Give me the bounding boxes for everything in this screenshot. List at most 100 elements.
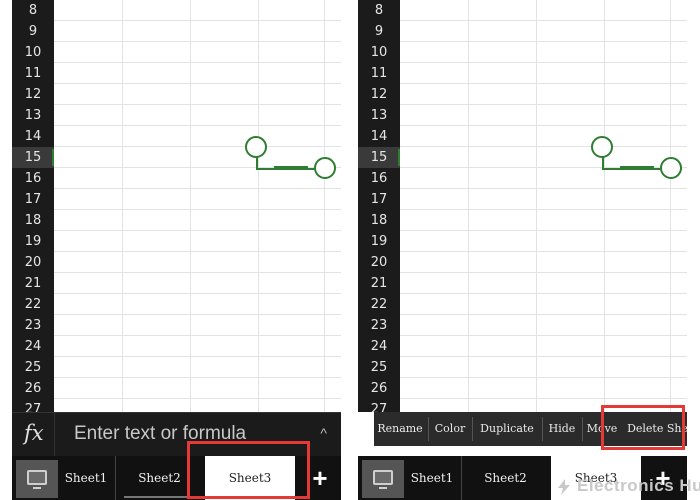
row-header[interactable]: 20 <box>358 252 400 273</box>
tab-sheet1[interactable]: Sheet1 <box>404 456 460 500</box>
row-header[interactable]: 9 <box>12 21 54 42</box>
grid-line <box>604 0 605 412</box>
row-header[interactable]: 12 <box>12 84 54 105</box>
row-header[interactable]: 27 <box>12 399 54 412</box>
grid-line <box>400 188 687 189</box>
row-header[interactable]: 14 <box>358 126 400 147</box>
lightning-logo-icon <box>558 479 570 495</box>
grid-line <box>400 209 687 210</box>
grid-line <box>536 0 537 412</box>
row-header[interactable]: 23 <box>358 315 400 336</box>
spreadsheet-grid: 8 9 10 11 12 13 14 15 16 17 18 19 20 21 22 23 24 25 26 27 <box>12 0 341 412</box>
row-header[interactable]: 24 <box>358 336 400 357</box>
highlight-box-sheet-tab <box>187 441 310 499</box>
row-header[interactable]: 14 <box>12 126 54 147</box>
chevron-up-icon[interactable]: ^ <box>320 425 327 441</box>
watermark-text: Electronics Hub <box>577 476 700 495</box>
row-header[interactable]: 10 <box>12 42 54 63</box>
cell-area[interactable] <box>400 0 687 412</box>
grid-line <box>54 20 341 21</box>
row-header[interactable]: 24 <box>12 336 54 357</box>
selection-handle-end[interactable] <box>660 157 682 179</box>
grid-line <box>54 335 341 336</box>
row-header[interactable]: 23 <box>12 315 54 336</box>
monitor-icon <box>373 470 393 485</box>
grid-line <box>54 62 341 63</box>
row-header[interactable]: 18 <box>358 210 400 231</box>
grid-line <box>54 83 341 84</box>
grid-line <box>400 20 687 21</box>
cell-area[interactable] <box>54 0 341 412</box>
selection-handle-end[interactable] <box>314 157 336 179</box>
row-header[interactable]: 9 <box>358 21 400 42</box>
fx-icon[interactable]: fx <box>24 421 44 445</box>
grid-line <box>400 230 687 231</box>
menu-item-rename[interactable]: Rename <box>374 412 426 446</box>
row-headers: 8 9 10 11 12 13 14 15 16 17 18 19 20 21 22 23 24 25 26 27 <box>12 0 54 412</box>
tab-sheet2[interactable]: Sheet2 <box>461 456 549 500</box>
row-header[interactable]: 17 <box>358 189 400 210</box>
row-header[interactable]: 25 <box>358 357 400 378</box>
grid-line <box>400 272 687 273</box>
selection-handle-start[interactable] <box>245 136 267 158</box>
menu-separator <box>428 417 429 441</box>
monitor-icon <box>27 470 47 485</box>
grid-line <box>324 0 325 412</box>
menu-item-hide[interactable]: Hide <box>544 412 580 446</box>
row-header[interactable]: 18 <box>12 210 54 231</box>
row-header[interactable]: 8 <box>12 0 54 21</box>
row-header[interactable]: 17 <box>12 189 54 210</box>
highlight-box-delete-sheet <box>601 405 685 450</box>
grid-line <box>400 125 687 126</box>
formula-divider <box>54 413 55 457</box>
grid-line <box>54 251 341 252</box>
tab-sheet1[interactable]: Sheet1 <box>58 456 114 500</box>
menu-item-duplicate[interactable]: Duplicate <box>474 412 540 446</box>
row-header[interactable]: 25 <box>12 357 54 378</box>
menu-item-color[interactable]: Color <box>430 412 470 446</box>
row-header[interactable]: 19 <box>12 231 54 252</box>
row-header[interactable]: 20 <box>12 252 54 273</box>
row-header[interactable]: 8 <box>358 0 400 21</box>
row-header[interactable]: 11 <box>12 63 54 84</box>
row-header[interactable]: 13 <box>358 105 400 126</box>
row-header[interactable]: 11 <box>358 63 400 84</box>
row-header[interactable]: 15 <box>12 147 54 168</box>
row-header[interactable]: 19 <box>358 231 400 252</box>
row-header[interactable]: 21 <box>12 273 54 294</box>
grid-line <box>400 377 687 378</box>
grid-line <box>54 41 341 42</box>
row-header[interactable]: 27 <box>358 399 400 412</box>
row-header[interactable]: 13 <box>12 105 54 126</box>
menu-separator <box>542 417 543 441</box>
grid-line <box>122 0 123 412</box>
cell-selection-dash <box>620 166 654 169</box>
grid-line <box>54 314 341 315</box>
row-header[interactable]: 12 <box>358 84 400 105</box>
row-header[interactable]: 16 <box>358 168 400 189</box>
row-header[interactable]: 22 <box>12 294 54 315</box>
row-header[interactable]: 26 <box>358 378 400 399</box>
row-header[interactable]: 16 <box>12 168 54 189</box>
grid-line <box>400 83 687 84</box>
grid-line <box>258 0 259 412</box>
selection-handle-start[interactable] <box>591 136 613 158</box>
grid-line <box>54 230 341 231</box>
spreadsheet-grid: 8 9 10 11 12 13 14 15 16 17 18 19 20 21 22 23 24 25 26 27 <box>358 0 687 412</box>
row-header[interactable]: 15 <box>358 147 400 168</box>
sheet-view-button[interactable] <box>16 460 58 498</box>
grid-line <box>54 188 341 189</box>
grid-line <box>400 104 687 105</box>
grid-line <box>400 62 687 63</box>
menu-separator <box>472 417 473 441</box>
row-header[interactable]: 26 <box>12 378 54 399</box>
grid-line <box>400 41 687 42</box>
grid-line <box>54 104 341 105</box>
row-header[interactable]: 21 <box>358 273 400 294</box>
monitor-stand <box>379 487 387 489</box>
grid-line <box>54 356 341 357</box>
cell-selection-dash <box>274 166 308 169</box>
sheet-view-button[interactable] <box>362 460 404 498</box>
row-header[interactable]: 22 <box>358 294 400 315</box>
row-header[interactable]: 10 <box>358 42 400 63</box>
